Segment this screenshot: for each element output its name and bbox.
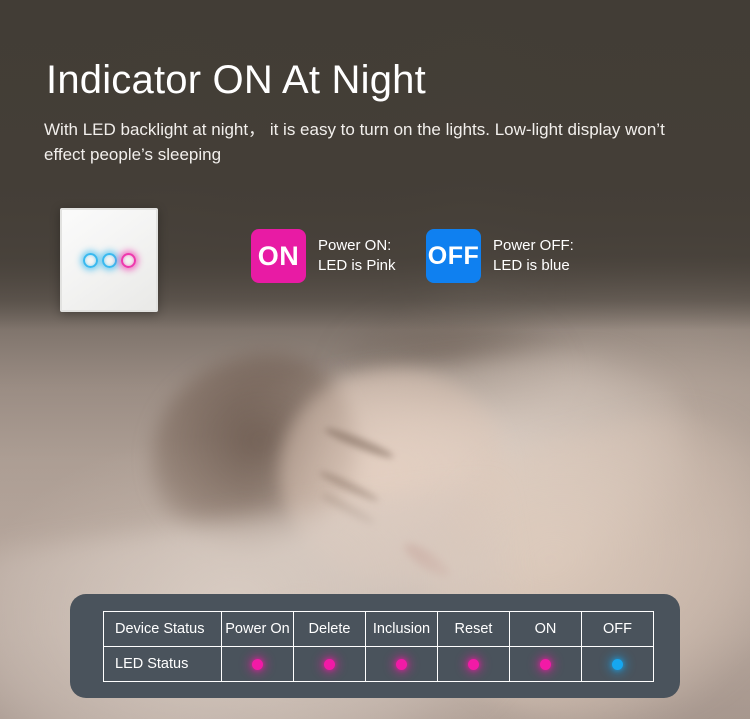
page-subtitle: With LED backlight at night， it is easy … [44, 120, 665, 164]
led-dot-pink-icon [540, 658, 551, 670]
column-header-inclusion: Inclusion [365, 611, 438, 647]
led-dot-pink-icon [252, 658, 263, 670]
legend-power-on-line2: LED is Pink [318, 257, 396, 274]
led-dot-pink-icon [324, 658, 335, 670]
led-cell-on [509, 646, 582, 682]
legend-power-on-text: Power ON: LED is Pink [318, 236, 396, 277]
table-row-led-status: LED Status [103, 646, 654, 682]
led-ring-2-icon [101, 252, 117, 268]
table-row-device-status: Device Status Power On Delete Inclusion … [103, 611, 654, 647]
led-cell-power-on [221, 646, 294, 682]
legend-power-off-line2: LED is blue [493, 257, 570, 274]
led-ring-1-icon [82, 252, 98, 268]
legend-power-off: OFF Power OFF: LED is blue [426, 229, 574, 283]
column-header-off: OFF [581, 611, 654, 647]
led-dot-pink-icon [396, 658, 407, 670]
led-cell-off [581, 646, 654, 682]
led-dot-pink-icon [468, 658, 479, 670]
legend-power-off-text: Power OFF: LED is blue [493, 236, 574, 277]
row-header-led-status: LED Status [103, 646, 222, 682]
led-cell-inclusion [365, 646, 438, 682]
page-title: Indicator ON At Night [46, 58, 426, 102]
device-status-table: Device Status Power On Delete Inclusion … [103, 611, 654, 682]
led-cell-reset [437, 646, 510, 682]
legend-power-off-line1: Power OFF: [493, 236, 574, 254]
promo-page: Indicator ON At Night With LED backlight… [0, 0, 750, 719]
column-header-reset: Reset [437, 611, 510, 647]
row-header-device-status: Device Status [103, 611, 222, 647]
led-ring-3-icon [120, 252, 136, 268]
off-badge: OFF [426, 229, 481, 283]
status-table-panel: Device Status Power On Delete Inclusion … [70, 594, 680, 698]
legend-power-on-line1: Power ON: [318, 236, 392, 254]
column-header-power-on: Power On [221, 611, 294, 647]
content-layer: Indicator ON At Night With LED backlight… [0, 0, 750, 719]
led-dot-blue-icon [612, 658, 623, 670]
legend-power-on: ON Power ON: LED is Pink [251, 229, 396, 283]
led-cell-delete [293, 646, 366, 682]
column-header-delete: Delete [293, 611, 366, 647]
on-badge: ON [251, 229, 306, 283]
column-header-on: ON [509, 611, 582, 647]
switch-panel-product-image [60, 208, 158, 312]
